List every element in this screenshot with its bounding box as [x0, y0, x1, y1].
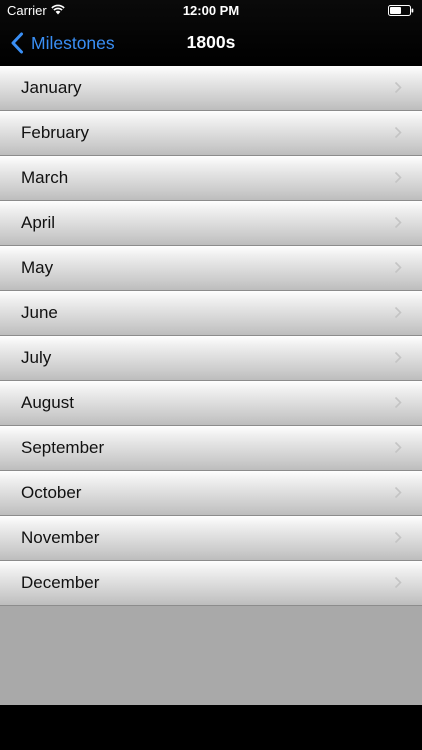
list-item-label: September — [21, 438, 105, 457]
chevron-right-icon — [394, 306, 402, 319]
month-list: January February March April May June Ju… — [0, 66, 422, 705]
chevron-right-icon — [394, 351, 402, 364]
list-item[interactable]: June — [0, 291, 422, 336]
page-title: 1800s — [186, 32, 236, 52]
list-item[interactable]: April — [0, 201, 422, 246]
list-item-label: October — [21, 483, 82, 502]
list-item-label: May — [21, 258, 54, 277]
list-item-label: August — [21, 393, 74, 412]
list-item-label: April — [21, 213, 56, 232]
chevron-right-icon — [394, 171, 402, 184]
chevron-right-icon — [394, 531, 402, 544]
bottom-bar — [0, 705, 422, 750]
list-item[interactable]: January — [0, 66, 422, 111]
list-item[interactable]: October — [0, 471, 422, 516]
chevron-right-icon — [394, 126, 402, 139]
list-item-label: December — [21, 573, 100, 592]
navigation-bar: Carrier 12:00 PM Milestones 1800s — [0, 0, 422, 66]
list-item[interactable]: December — [0, 561, 422, 606]
list-item[interactable]: July — [0, 336, 422, 381]
list-item[interactable]: September — [0, 426, 422, 471]
chevron-right-icon — [394, 81, 402, 94]
battery-icon — [388, 5, 414, 16]
status-time: 12:00 PM — [182, 3, 240, 18]
list-item[interactable]: November — [0, 516, 422, 561]
list-item-label: November — [21, 528, 100, 547]
chevron-right-icon — [394, 261, 402, 274]
list-item[interactable]: March — [0, 156, 422, 201]
chevron-right-icon — [394, 486, 402, 499]
list-item[interactable]: August — [0, 381, 422, 426]
list-item-label: March — [21, 168, 69, 187]
chevron-right-icon — [394, 441, 402, 454]
list-item-label: July — [21, 348, 52, 367]
list-item-label: February — [21, 123, 90, 142]
list-item[interactable]: May — [0, 246, 422, 291]
list-item-label: January — [21, 78, 82, 97]
chevron-right-icon — [394, 396, 402, 409]
list-item[interactable]: February — [0, 111, 422, 156]
list-item-label: June — [21, 303, 58, 322]
chevron-right-icon — [394, 216, 402, 229]
chevron-right-icon — [394, 576, 402, 589]
status-bar: Carrier 12:00 PM — [0, 0, 422, 22]
